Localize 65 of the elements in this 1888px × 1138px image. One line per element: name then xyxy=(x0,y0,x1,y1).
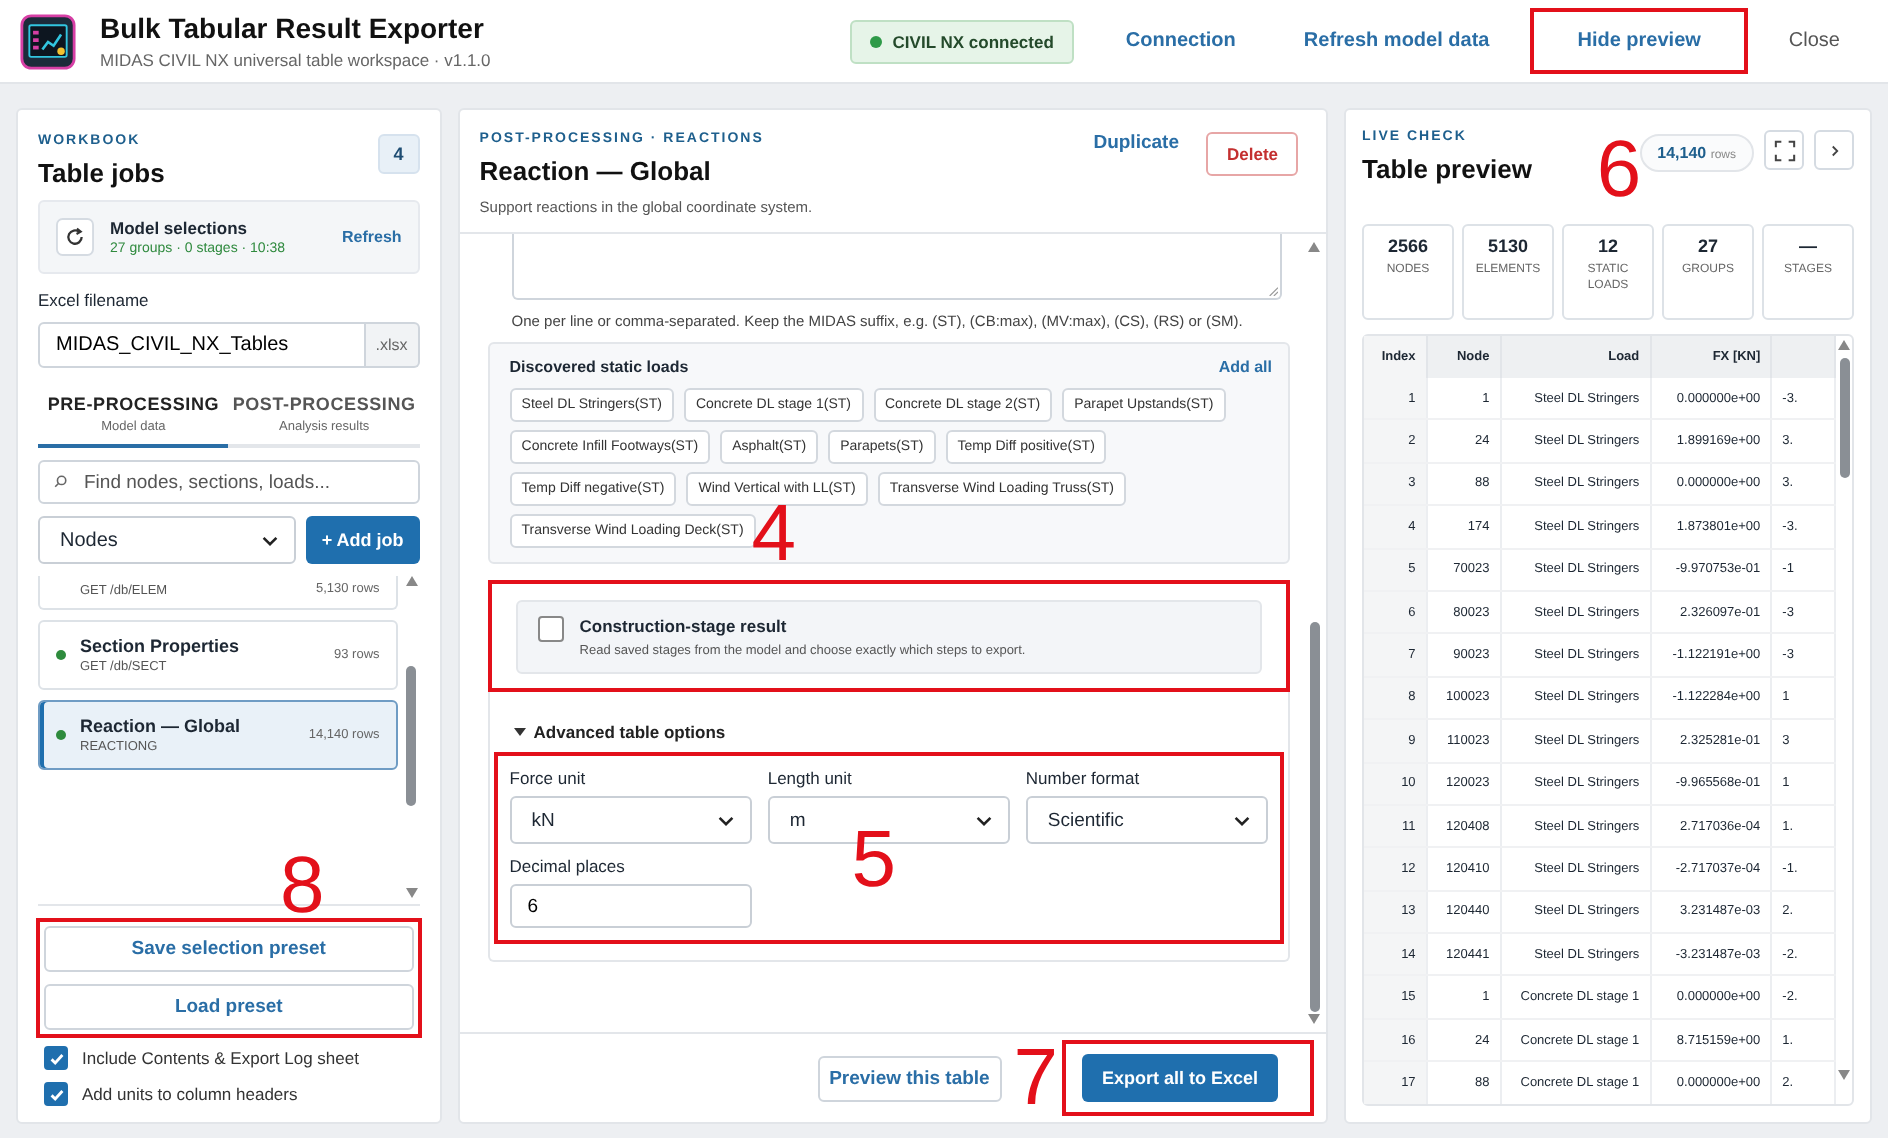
scroll-up-icon xyxy=(1838,340,1850,350)
refresh-icon xyxy=(56,218,94,256)
table-type-select[interactable]: Nodes xyxy=(38,516,296,564)
panel-title: Table preview xyxy=(1362,154,1535,184)
scrollbar[interactable] xyxy=(403,576,420,898)
header-action-link[interactable]: Refresh model data xyxy=(1275,12,1518,70)
duplicate-link[interactable]: Duplicate xyxy=(1093,132,1179,154)
option-title: Construction-stage result xyxy=(579,616,789,636)
header-action-link[interactable]: Hide preview xyxy=(1529,8,1749,74)
status-dot-icon xyxy=(56,730,66,740)
job-name: Reaction — Global xyxy=(80,716,243,736)
callout-number: 8 xyxy=(280,846,325,926)
export-button[interactable]: Export all to Excel xyxy=(1081,1054,1278,1102)
resize-grip-icon xyxy=(1268,286,1278,296)
search-field[interactable]: Find nodes, sections, loads... xyxy=(38,460,420,504)
preset-button[interactable]: Save selection preset xyxy=(44,926,414,972)
fullscreen-button[interactable] xyxy=(1764,130,1804,170)
checkbox-label: Include Contents & Export Log sheet xyxy=(82,1048,359,1068)
card-title: Discovered static loads xyxy=(509,358,689,376)
scroll-up-icon xyxy=(1308,242,1320,252)
panel-title: Reaction — Global xyxy=(479,156,713,186)
preset-button[interactable]: Load preset xyxy=(44,984,414,1030)
field-label: Length unit xyxy=(767,768,854,788)
panel-title: Table jobs xyxy=(38,158,165,188)
option-select[interactable]: kN xyxy=(509,796,752,844)
scroll-up-icon xyxy=(405,576,418,586)
fullscreen-icon xyxy=(1773,139,1795,161)
connection-status-badge: CIVIL NX connected xyxy=(850,19,1074,63)
scroll-down-icon xyxy=(405,888,418,898)
app-title: Bulk Tabular Result Exporter xyxy=(100,12,486,44)
caret-icon xyxy=(261,535,278,545)
caret-icon xyxy=(975,815,992,825)
model-selections-title: Model selections xyxy=(110,218,249,238)
app-logo-icon xyxy=(20,13,76,69)
caret-icon xyxy=(1233,815,1250,825)
search-icon xyxy=(52,474,68,490)
job-name: Section Properties xyxy=(80,636,242,656)
field-label: Excel filename xyxy=(38,290,151,310)
decimal-places-input[interactable]: 6 xyxy=(509,884,752,928)
checkbox[interactable] xyxy=(44,1046,68,1070)
callout-number: 7 xyxy=(1013,1038,1058,1118)
field-label: Number format xyxy=(1025,768,1142,788)
delete-button[interactable]: Delete xyxy=(1206,132,1298,176)
option-select[interactable]: Scientific xyxy=(1025,796,1268,844)
header-action-link[interactable]: Close xyxy=(1760,12,1868,70)
caret-icon xyxy=(717,815,734,825)
job-count-badge: 4 xyxy=(377,134,420,174)
status-dot-icon xyxy=(56,650,66,660)
advanced-options-toggle[interactable]: Advanced table options xyxy=(493,722,746,742)
disclosure-triangle-icon xyxy=(513,726,526,738)
field-label: Force unit xyxy=(509,768,588,788)
checkbox-label: Add units to column headers xyxy=(82,1084,298,1104)
scroll-down-icon xyxy=(1838,1070,1850,1080)
callout-number: 6 xyxy=(1596,130,1642,210)
field-label: Decimal places xyxy=(509,856,627,876)
app-subtitle: MIDAS CIVIL NX universal table workspace · v1.1.0 xyxy=(100,50,491,70)
refresh-link[interactable]: Refresh xyxy=(341,228,402,246)
add-all-link[interactable]: Add all xyxy=(1218,358,1272,376)
header-action-link[interactable]: Connection xyxy=(1097,12,1264,70)
file-extension-label: .xlsx xyxy=(365,322,420,368)
add-job-button[interactable]: + Add job xyxy=(305,516,420,564)
checkbox[interactable] xyxy=(537,616,564,642)
filename-input[interactable]: MIDAS_CIVIL_NX_Tables xyxy=(38,322,366,368)
checkbox[interactable] xyxy=(44,1082,68,1106)
preview-table-button[interactable]: Preview this table xyxy=(817,1055,1002,1101)
